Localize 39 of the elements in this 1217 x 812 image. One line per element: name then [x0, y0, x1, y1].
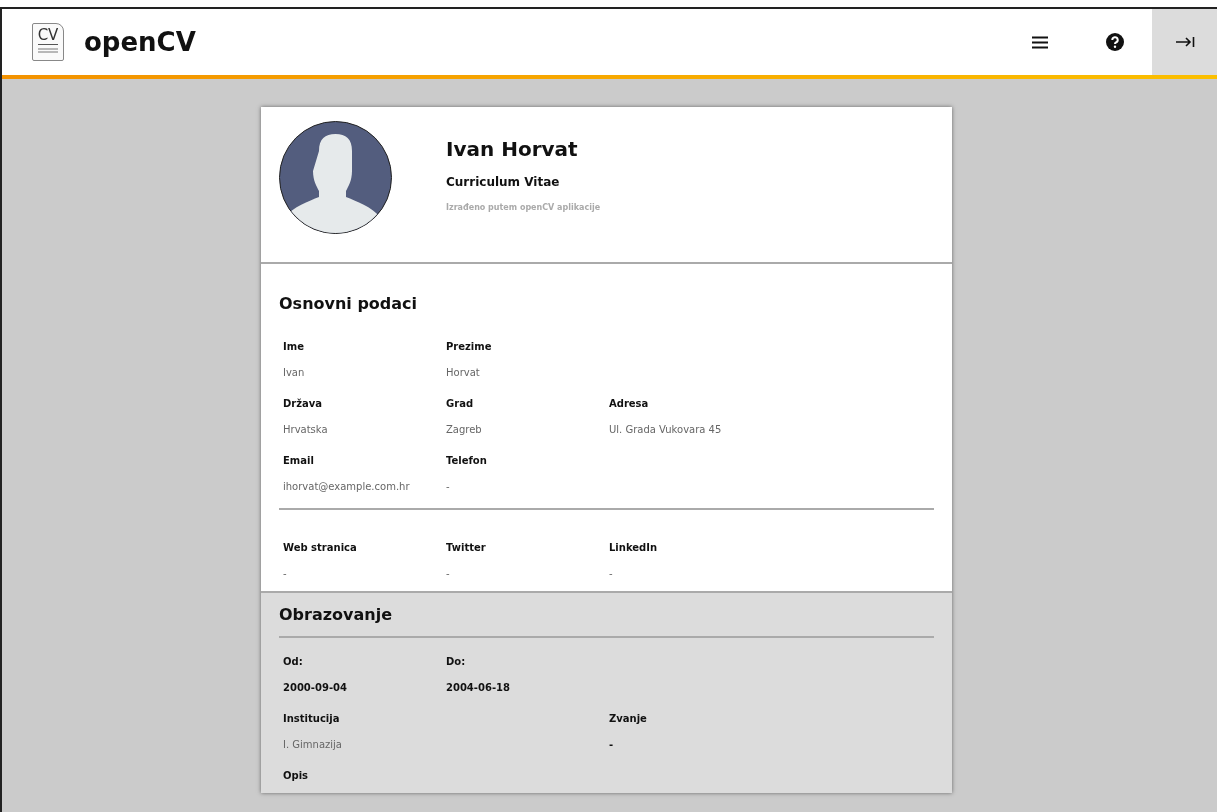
field-value: Ul. Grada Vukovara 45: [609, 424, 723, 435]
field-label: Ime: [283, 341, 305, 352]
field-label: Do:: [446, 656, 467, 667]
field-value: I. Gimnazija: [283, 739, 343, 750]
person-name: Ivan Horvat: [446, 137, 579, 161]
field-label: Twitter: [446, 542, 487, 553]
field-label: Prezime: [446, 341, 493, 352]
field-value: -: [609, 739, 615, 750]
field-label: Adresa: [609, 398, 650, 409]
arrow-to-bar-icon: [1174, 36, 1195, 48]
field-value: -: [446, 568, 451, 579]
field-value: 2004-06-18: [446, 682, 511, 693]
cv-logo: CV: [32, 23, 64, 61]
generated-note: Izrađeno putem openCV aplikacije: [446, 203, 601, 212]
section-title: Osnovni podaci: [279, 294, 419, 313]
field-label: Država: [283, 398, 324, 409]
app-title: openCV: [84, 27, 196, 57]
document-subtitle: Curriculum Vitae: [446, 175, 561, 189]
field-label: Od:: [283, 656, 304, 667]
field-value: 2000-09-04: [283, 682, 348, 693]
field-label: Email: [283, 455, 315, 466]
field-value: Zagreb: [446, 424, 483, 435]
field-value: -: [283, 568, 288, 579]
field-value: ihorvat@example.com.hr: [283, 481, 411, 492]
field-label: Opis: [283, 770, 310, 781]
help-icon: [1106, 33, 1124, 51]
field-value: -: [609, 568, 614, 579]
field-label: Telefon: [446, 455, 488, 466]
field-label: Institucija: [283, 713, 341, 724]
field-value: -: [446, 481, 451, 492]
menu-icon: [1032, 35, 1048, 49]
field-value: Ivan: [283, 367, 306, 378]
field-value: Hrvatska: [283, 424, 329, 435]
field-label: LinkedIn: [609, 542, 659, 553]
field-label: Grad: [446, 398, 475, 409]
section-title: Obrazovanje: [279, 605, 934, 638]
field-value: Horvat: [446, 367, 481, 378]
field-label: Zvanje: [609, 713, 648, 724]
field-label: Web stranica: [283, 542, 358, 553]
